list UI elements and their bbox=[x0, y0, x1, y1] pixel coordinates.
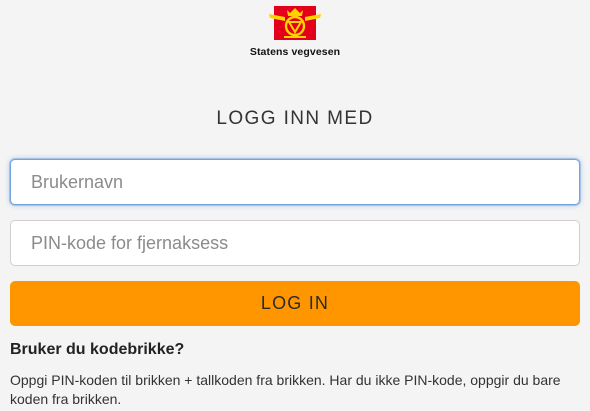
login-button[interactable]: LOG IN bbox=[10, 281, 580, 326]
page-title: LOGG INN MED bbox=[216, 108, 374, 129]
statens-vegvesen-emblem-icon bbox=[269, 6, 321, 40]
help-title: Bruker du kodebrikke? bbox=[10, 341, 185, 358]
username-input[interactable] bbox=[10, 159, 580, 205]
brand-name: Statens vegvesen bbox=[249, 46, 341, 58]
brand-logo: Statens vegvesen bbox=[0, 4, 590, 58]
help-text: Oppgi PIN-koden til brikken + tallkoden … bbox=[10, 372, 561, 407]
pin-code-input[interactable] bbox=[10, 220, 580, 266]
